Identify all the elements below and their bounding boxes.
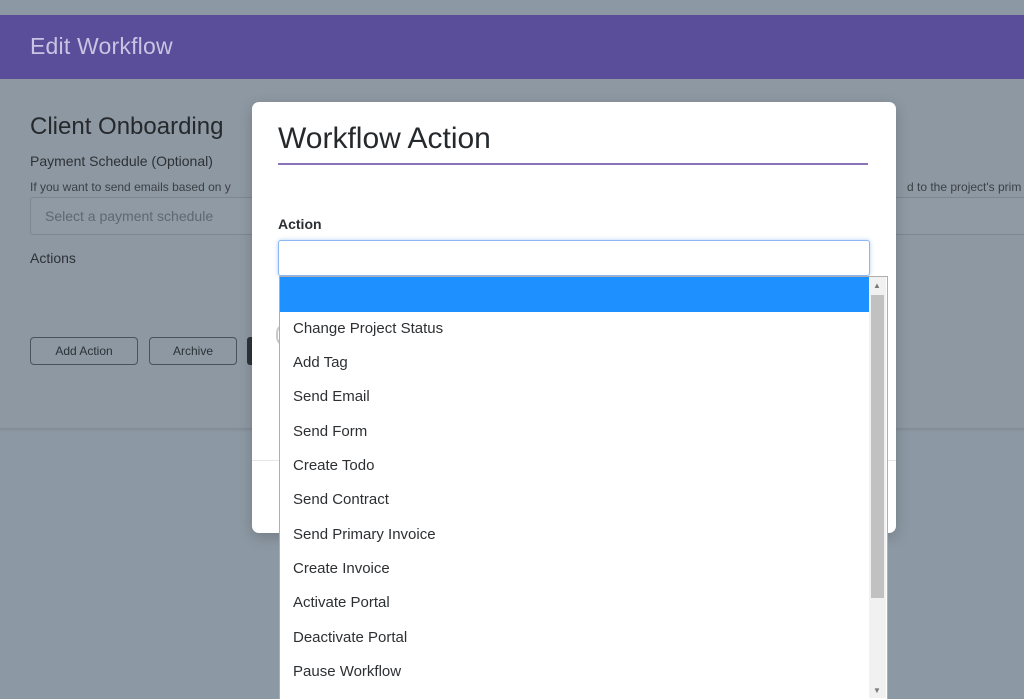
title-divider — [278, 163, 868, 165]
option-send-primary-invoice[interactable]: Send Primary Invoice — [280, 518, 869, 552]
modal-title: Workflow Action — [278, 122, 491, 155]
option-change-project-status[interactable]: Change Project Status — [280, 312, 869, 346]
actions-label: Actions — [30, 250, 76, 266]
action-select[interactable] — [278, 240, 870, 276]
option-add-tag[interactable]: Add Tag — [280, 346, 869, 380]
page-header: Edit Workflow — [0, 15, 1024, 79]
payment-schedule-placeholder: Select a payment schedule — [45, 208, 214, 224]
scroll-down-icon[interactable]: ▼ — [873, 686, 881, 696]
add-action-button[interactable]: Add Action — [30, 337, 138, 365]
option-send-email[interactable]: Send Email — [280, 380, 869, 414]
action-field-label: Action — [278, 216, 322, 232]
payment-schedule-label: Payment Schedule (Optional) — [30, 153, 213, 169]
payment-schedule-select-end[interactable] — [895, 197, 1024, 235]
option-create-todo[interactable]: Create Todo — [280, 449, 869, 483]
action-dropdown-list[interactable]: Change Project Status Add Tag Send Email… — [279, 276, 888, 699]
scrollbar-thumb[interactable] — [871, 295, 884, 598]
payment-schedule-help-text-end: d to the project's prim — [907, 180, 1022, 194]
dropdown-scrollbar[interactable]: ▲ ▼ — [869, 277, 886, 698]
archive-button[interactable]: Archive — [149, 337, 237, 365]
payment-schedule-select[interactable]: Select a payment schedule — [30, 197, 261, 235]
option-send-contract[interactable]: Send Contract — [280, 483, 869, 517]
payment-schedule-help-text: If you want to send emails based on y — [30, 180, 231, 194]
option-activate-portal[interactable]: Activate Portal — [280, 586, 869, 620]
option-blank[interactable] — [280, 277, 869, 312]
option-pause-workflow[interactable]: Pause Workflow — [280, 655, 869, 689]
option-create-invoice[interactable]: Create Invoice — [280, 552, 869, 586]
scroll-up-icon[interactable]: ▲ — [873, 281, 881, 291]
option-deactivate-portal[interactable]: Deactivate Portal — [280, 621, 869, 655]
workflow-name: Client Onboarding — [30, 113, 224, 140]
option-send-form[interactable]: Send Form — [280, 415, 869, 449]
page-title: Edit Workflow — [30, 33, 173, 59]
